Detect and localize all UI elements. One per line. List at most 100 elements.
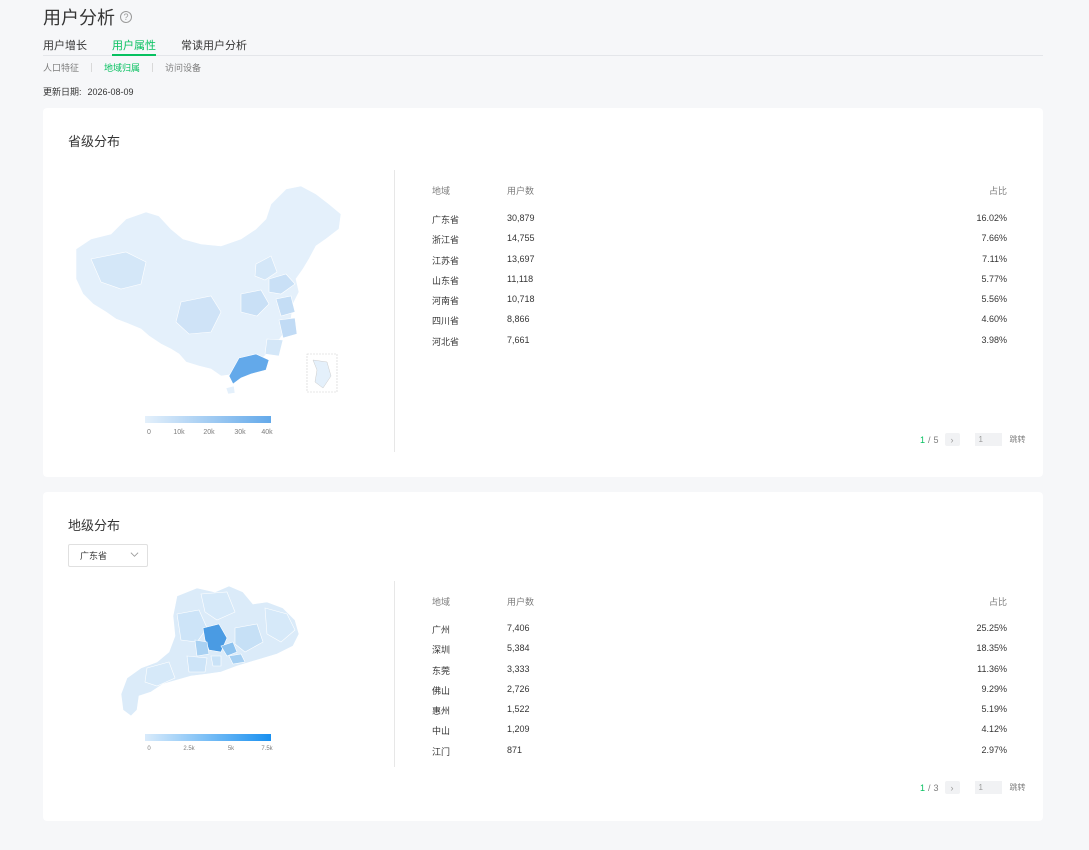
china-province-map <box>75 185 342 395</box>
table-row: 中山 1,209 4.12% <box>432 724 1007 744</box>
table-row: 深圳 5,384 18.35% <box>432 643 1007 663</box>
col-region-header[interactable]: 地域 <box>432 184 450 197</box>
row-share: 11.36% <box>977 663 1007 674</box>
table-row: 广东省 30,879 16.02% <box>432 213 1007 233</box>
tab-user-attributes[interactable]: 用户属性 <box>112 37 156 56</box>
row-users: 8,866 <box>507 314 530 325</box>
subtab-divider <box>152 63 154 72</box>
card-divider <box>394 581 395 767</box>
subtab-demographics[interactable]: 人口特征 <box>43 61 79 74</box>
col-users-header[interactable]: 用户数 <box>507 184 534 197</box>
table-row: 佛山 2,726 9.29% <box>432 684 1007 704</box>
row-users: 14,755 <box>507 233 535 244</box>
legend-tick: 10k <box>173 429 185 436</box>
sub-tabs: 人口特征 地域归属 访问设备 <box>43 61 201 74</box>
row-region: 江苏省 <box>432 255 460 266</box>
tab-user-growth[interactable]: 用户增长 <box>43 37 87 56</box>
row-region: 广州 <box>432 625 451 635</box>
table-row: 河北省 7,661 3.98% <box>432 335 1007 355</box>
row-users: 2,726 <box>507 683 530 694</box>
province-card-title: 省级分布 <box>68 134 121 149</box>
legend-tick: 20k <box>203 429 215 436</box>
legend-tick: 7.5k <box>261 746 273 752</box>
row-share: 3.98% <box>981 334 1007 345</box>
map-region-hainan[interactable] <box>225 385 236 395</box>
row-share: 7.66% <box>981 233 1007 244</box>
row-region: 四川省 <box>432 316 460 327</box>
row-region: 东莞 <box>432 665 451 676</box>
city-pagination: 1 / 3 › 跳转 <box>920 781 1026 794</box>
table-row: 惠州 1,522 5.19% <box>432 704 1007 724</box>
row-users: 5,384 <box>507 643 530 654</box>
map-region-fujian[interactable] <box>264 338 284 357</box>
row-users: 7,406 <box>507 623 530 633</box>
col-region-header[interactable]: 地域 <box>432 595 450 608</box>
question-circle-icon[interactable]: ? <box>120 11 132 23</box>
table-header: 地域 用户数 占比 <box>432 184 1007 198</box>
table-row: 四川省 8,866 4.60% <box>432 314 1007 334</box>
table-row: 河南省 10,718 5.56% <box>432 294 1007 314</box>
row-share: 5.77% <box>981 273 1007 284</box>
map-region-jiangmen[interactable] <box>186 655 208 673</box>
row-region: 深圳 <box>432 645 451 656</box>
row-region: 江门 <box>432 746 451 757</box>
row-users: 871 <box>507 744 523 755</box>
map-region-foshan[interactable] <box>194 639 210 657</box>
pager-current: 1 <box>920 434 926 445</box>
col-share-header[interactable]: 占比 <box>989 595 1007 608</box>
col-users-header[interactable]: 用户数 <box>507 595 534 608</box>
city-legend-bar <box>145 734 271 741</box>
table-row: 山东省 11,118 5.77% <box>432 274 1007 294</box>
row-share: 18.35% <box>976 643 1007 654</box>
row-share: 5.56% <box>981 294 1007 305</box>
pager-jump-button[interactable]: 跳转 <box>1010 782 1026 793</box>
chevron-right-icon[interactable]: › <box>944 781 960 794</box>
province-select[interactable]: 广东省 <box>68 544 148 567</box>
row-users: 30,879 <box>507 213 535 223</box>
pager-separator: / <box>928 782 931 793</box>
pager-page-input[interactable] <box>974 433 1002 446</box>
update-date-label: 更新日期: <box>43 87 82 97</box>
main-tabs: 用户增长 用户属性 常读用户分析 <box>43 37 1043 56</box>
city-card-title: 地级分布 <box>68 518 121 533</box>
tab-frequent-reader-analysis[interactable]: 常读用户分析 <box>181 37 247 56</box>
province-distribution-card: 省级分布 0 10k 20k 30k 40k 地域 用户数 占比 广东省 30,… <box>43 108 1043 477</box>
pager-jump-button[interactable]: 跳转 <box>1010 434 1026 445</box>
col-share-header[interactable]: 占比 <box>989 184 1007 197</box>
row-region: 浙江省 <box>432 235 460 246</box>
row-users: 7,661 <box>507 334 530 345</box>
subtab-devices[interactable]: 访问设备 <box>165 61 201 74</box>
row-region: 河北省 <box>432 336 460 347</box>
pager-separator: / <box>928 434 931 445</box>
row-share: 7.11% <box>982 253 1007 264</box>
row-region: 广东省 <box>432 215 460 225</box>
update-date-value: 2026-08-09 <box>87 87 134 97</box>
province-pagination: 1 / 5 › 跳转 <box>920 433 1026 446</box>
legend-tick: 40k <box>261 429 273 436</box>
pager-current: 1 <box>920 782 926 793</box>
pager-page-input[interactable] <box>974 781 1002 794</box>
city-distribution-card: 地级分布 广东省 0 2.5k 5k 7.5k 地域 用户数 占比 广州 7,40… <box>43 492 1043 821</box>
row-users: 10,718 <box>507 294 535 305</box>
row-share: 5.19% <box>981 704 1007 715</box>
legend-tick: 0 <box>147 429 151 436</box>
pager-total: 5 <box>933 434 939 445</box>
card-divider <box>394 170 395 452</box>
row-share: 16.02% <box>976 213 1007 223</box>
row-region: 山东省 <box>432 275 460 286</box>
pager-total: 3 <box>933 782 939 793</box>
chevron-right-icon[interactable]: › <box>944 433 960 446</box>
row-users: 1,209 <box>507 724 530 735</box>
guangdong-city-map <box>120 585 300 717</box>
row-share: 2.97% <box>981 744 1007 755</box>
legend-tick: 5k <box>227 746 235 752</box>
table-row: 江门 871 2.97% <box>432 745 1007 765</box>
table-row: 浙江省 14,755 7.66% <box>432 233 1007 253</box>
city-table: 地域 用户数 占比 广州 7,406 25.25% 深圳 5,384 18.35% 东莞… <box>432 595 1007 765</box>
row-share: 4.12% <box>981 724 1007 735</box>
province-select-value: 广东省 <box>80 551 108 561</box>
subtab-region[interactable]: 地域归属 <box>104 61 140 74</box>
row-share: 25.25% <box>976 623 1007 633</box>
update-date-row: 更新日期: 2026-08-09 <box>43 85 134 98</box>
map-region-zhongshan[interactable] <box>210 655 222 667</box>
